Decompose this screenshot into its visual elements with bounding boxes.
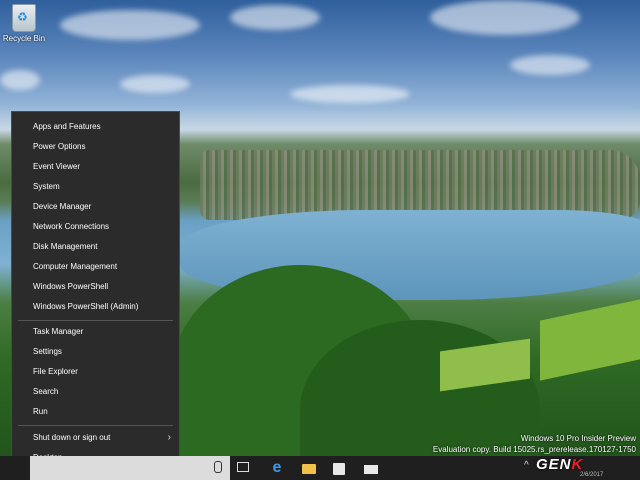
watermark-build: Evaluation copy. Build 15025.rs_prerelea… xyxy=(432,445,636,454)
genk-logo: GENK xyxy=(536,456,584,473)
cloud xyxy=(430,0,580,35)
menu-item-file-explorer[interactable]: File Explorer xyxy=(12,362,179,382)
menu-item-windows-powershell[interactable]: Windows PowerShell xyxy=(12,277,179,297)
build-watermark: Windows 10 Pro Insider Preview Evaluatio… xyxy=(433,433,636,455)
menu-item-windows-powershell-admin[interactable]: Windows PowerShell (Admin) xyxy=(12,297,179,317)
menu-item-power-options[interactable]: Power Options xyxy=(12,137,179,157)
file-explorer-icon[interactable] xyxy=(300,459,318,477)
menu-item-device-manager[interactable]: Device Manager xyxy=(12,197,179,217)
recycle-bin[interactable]: Recycle Bin xyxy=(2,4,46,43)
menu-item-disk-management[interactable]: Disk Management xyxy=(12,237,179,257)
edge-icon[interactable]: e xyxy=(268,459,286,477)
search-box[interactable] xyxy=(30,456,230,480)
recycle-bin-icon xyxy=(12,4,36,32)
chevron-right-icon: › xyxy=(167,432,171,443)
field xyxy=(540,299,640,381)
cloud xyxy=(510,55,590,75)
task-view-icon[interactable] xyxy=(237,462,249,472)
menu-item-settings[interactable]: Settings xyxy=(12,342,179,362)
menu-item-apps-and-features[interactable]: Apps and Features xyxy=(12,117,179,137)
menu-item-system[interactable]: System xyxy=(12,177,179,197)
recycle-bin-label: Recycle Bin xyxy=(2,34,46,43)
menu-item-search[interactable]: Search xyxy=(12,382,179,402)
menu-item-task-manager[interactable]: Task Manager xyxy=(12,322,179,342)
menu-item-event-viewer[interactable]: Event Viewer xyxy=(12,157,179,177)
cloud xyxy=(290,85,410,103)
taskbar-date: 2/6/2017 xyxy=(580,472,604,478)
mail-icon[interactable] xyxy=(362,459,380,477)
menu-item-shut-down-or-sign-out[interactable]: Shut down or sign out › xyxy=(12,428,179,448)
cloud xyxy=(0,70,40,90)
watermark-edition: Windows 10 Pro Insider Preview xyxy=(520,434,636,443)
cloud xyxy=(60,10,200,40)
cloud xyxy=(120,75,190,93)
microphone-icon[interactable] xyxy=(214,461,222,473)
menu-separator xyxy=(18,425,173,426)
menu-separator xyxy=(18,320,173,321)
tray-expand-icon[interactable]: ^ xyxy=(524,460,529,471)
menu-item-computer-management[interactable]: Computer Management xyxy=(12,257,179,277)
menu-item-run[interactable]: Run xyxy=(12,402,179,422)
power-user-menu: Apps and Features Power Options Event Vi… xyxy=(11,111,180,469)
menu-item-label: Shut down or sign out xyxy=(33,433,111,442)
menu-item-network-connections[interactable]: Network Connections xyxy=(12,217,179,237)
store-icon[interactable] xyxy=(330,459,348,477)
cloud xyxy=(230,5,320,30)
